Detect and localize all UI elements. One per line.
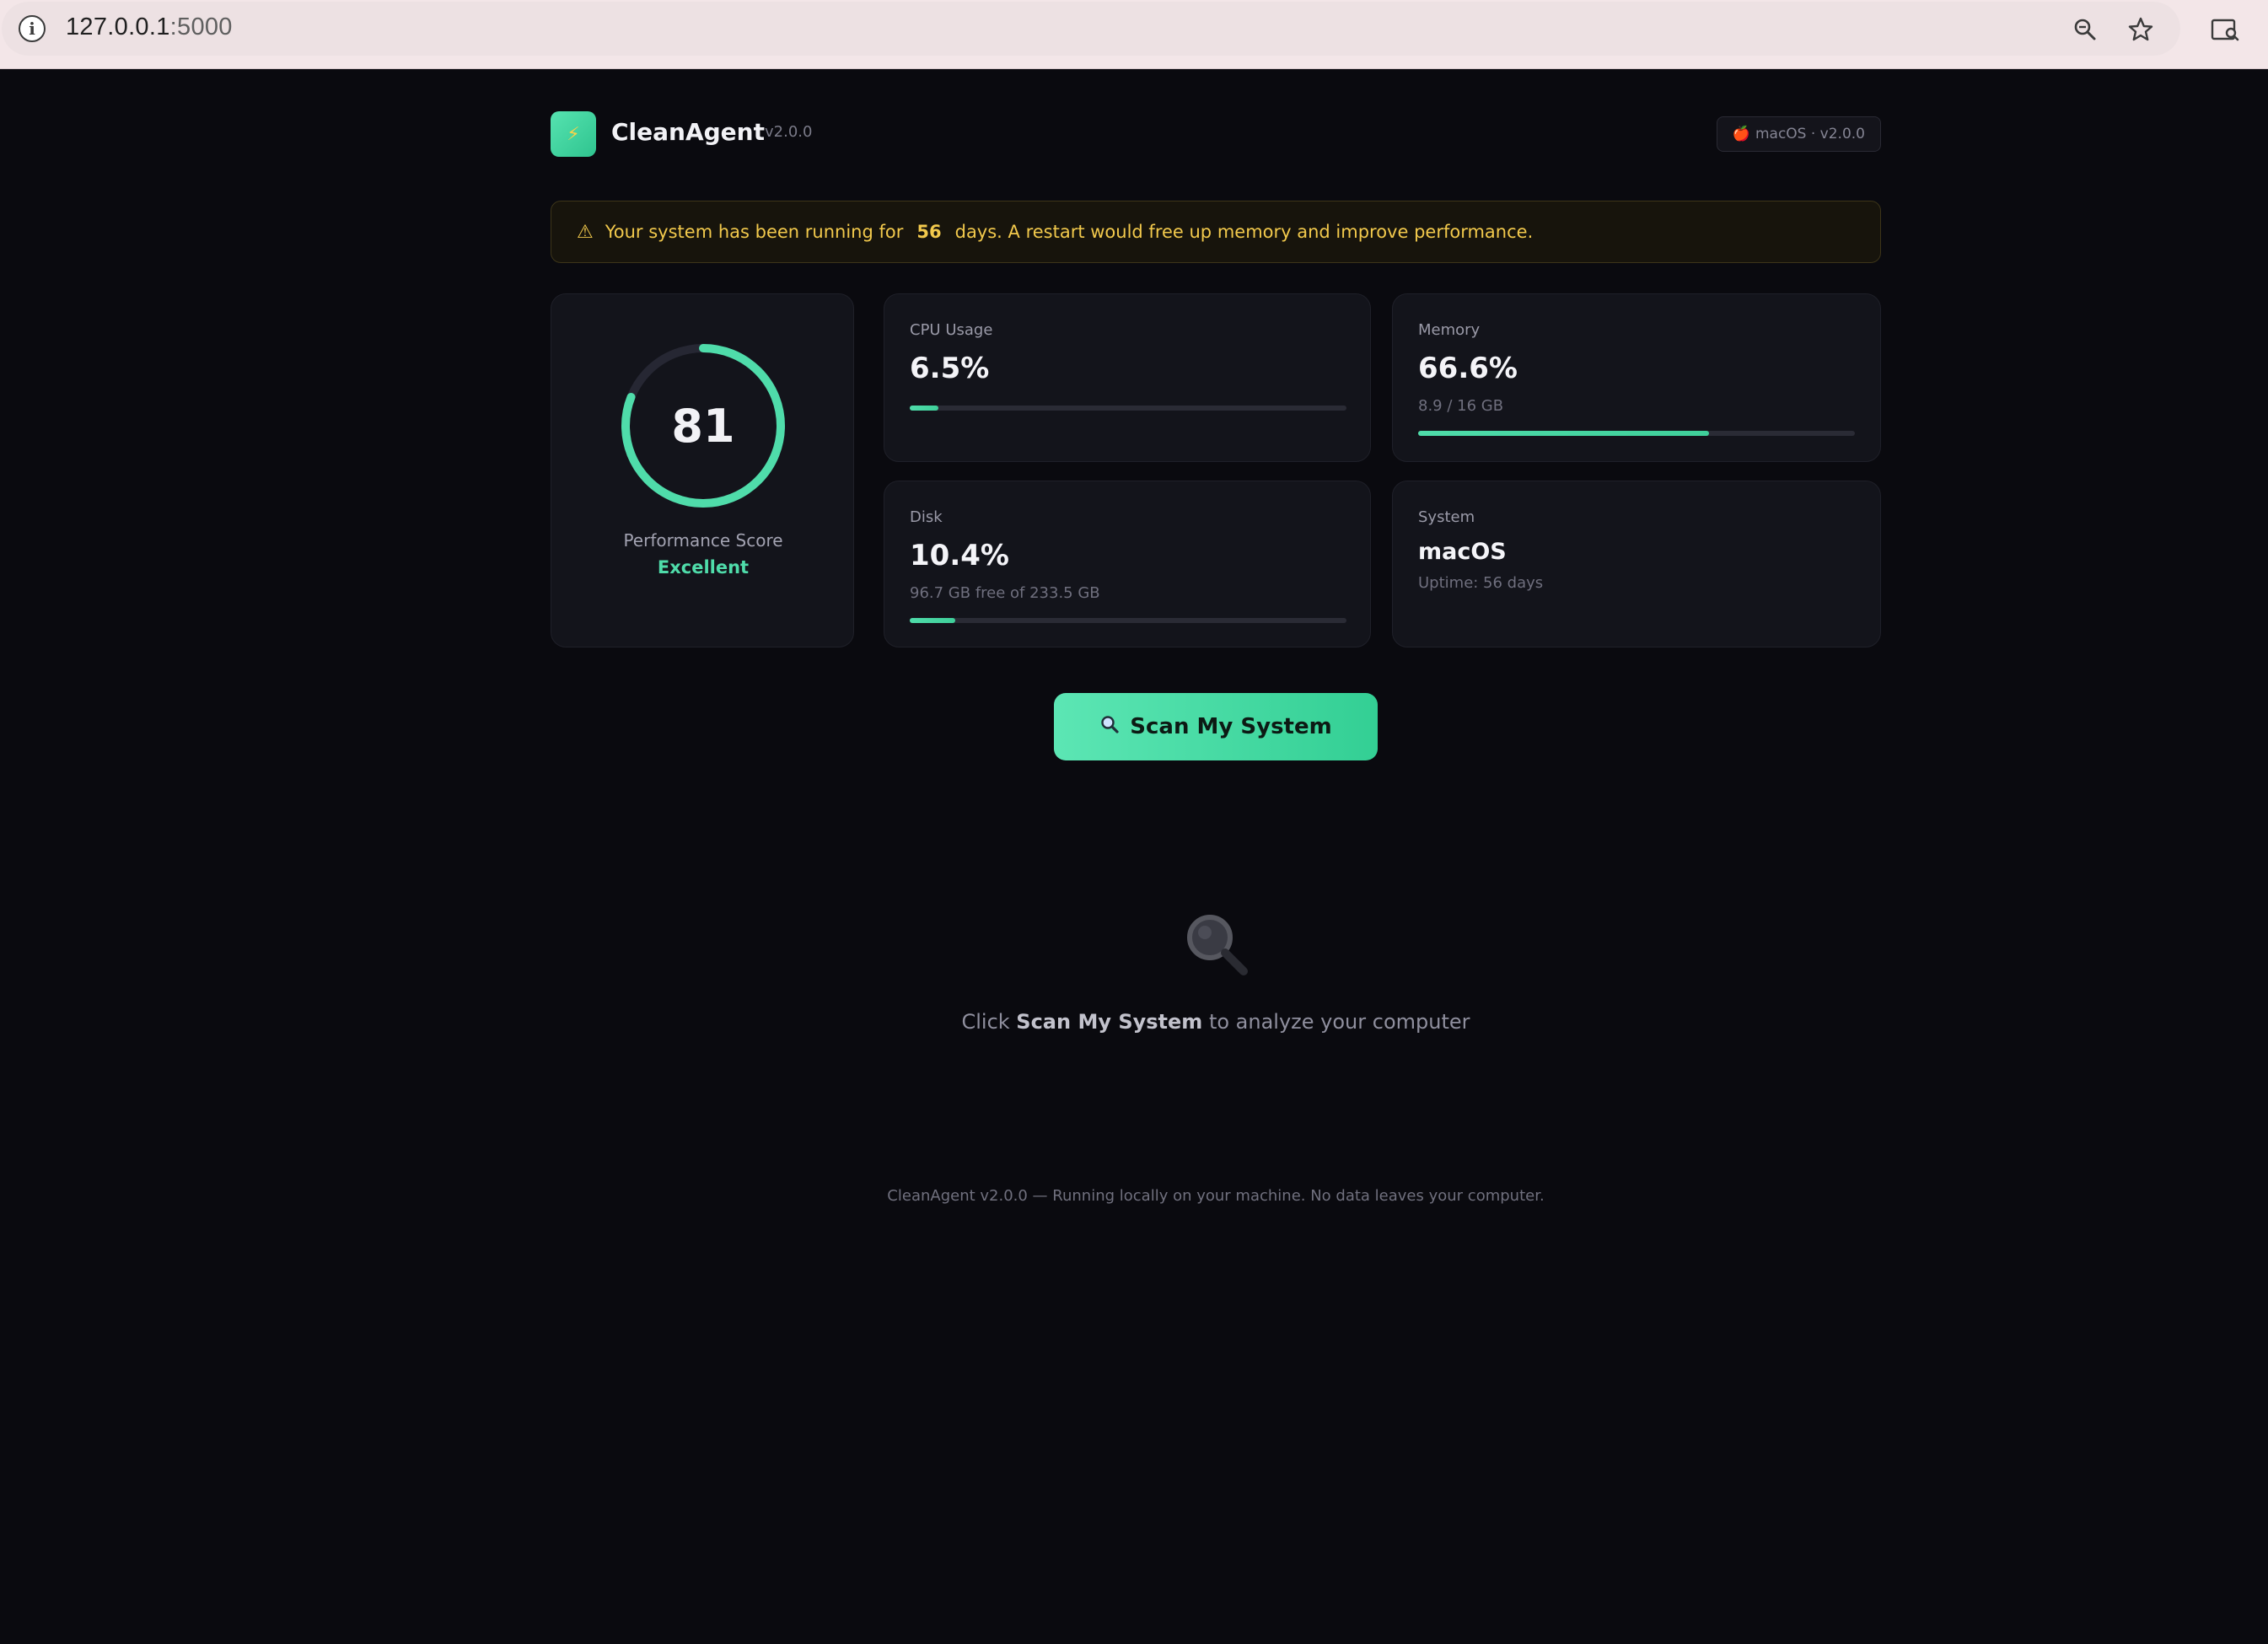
url-port: :5000 [169,13,233,40]
disk-card: Disk 10.4% 96.7 GB free of 233.5 GB [884,481,1371,647]
disk-label: Disk [910,508,943,526]
footer-text: CleanAgent v2.0.0 — Running locally on y… [887,1187,1545,1205]
memory-label: Memory [1418,321,1481,339]
score-label: Performance Score [623,530,783,551]
cpu-value: 6.5% [910,352,990,385]
memory-progress-bar [1418,431,1855,436]
url-host: 127.0.0.1 [66,13,170,40]
apple-icon: 🍎 [1732,126,1750,142]
memory-card: Memory 66.6% 8.9 / 16 GB [1392,293,1881,462]
hint-prefix: Click [961,1010,1010,1034]
system-card: System macOS Uptime: 56 days [1392,481,1881,647]
memory-value: 66.6% [1418,352,1518,385]
alert-suffix: days. A restart would free up memory and… [954,222,1534,242]
scan-hint: Click Scan My System to analyze your com… [551,1010,1881,1034]
alert-days: 56 [916,222,942,242]
disk-value: 10.4% [910,539,1009,572]
cpu-label: CPU Usage [910,321,993,339]
os-badge-text: macOS · v2.0.0 [1755,126,1865,142]
tab-search-icon[interactable] [2209,13,2241,46]
cpu-progress-bar [910,406,1346,411]
hint-suffix: to analyze your computer [1208,1010,1470,1034]
url-text[interactable]: 127.0.0.1:5000 [66,13,233,41]
bookmark-star-icon[interactable] [2125,13,2157,46]
system-label: System [1418,508,1475,526]
uptime-warning-banner: ⚠ Your system has been running for 56 da… [551,201,1881,263]
zoom-icon[interactable] [2069,13,2101,46]
app-version: v2.0.0 [765,123,813,141]
cpu-usage-card: CPU Usage 6.5% [884,293,1371,462]
score-ring: 81 [619,341,787,510]
disk-detail: 96.7 GB free of 233.5 GB [910,584,1100,602]
score-value: 81 [671,399,735,453]
system-os: macOS [1418,539,1507,565]
search-icon [1099,714,1120,740]
disk-progress-fill [910,618,955,623]
address-bar[interactable]: i 127.0.0.1:5000 [2,2,2180,56]
hint-emphasis: Scan My System [1016,1010,1203,1034]
scan-my-system-button[interactable]: Scan My System [1054,693,1378,760]
score-rating: Excellent [657,557,750,578]
disk-progress-bar [910,618,1346,623]
browser-toolbar: i 127.0.0.1:5000 [0,0,2268,69]
warning-icon: ⚠ [577,221,594,243]
app-name: CleanAgent [611,118,765,146]
cpu-progress-fill [910,406,938,411]
magnifier-icon [1181,911,1252,981]
memory-progress-fill [1418,431,1709,436]
os-badge: 🍎 macOS · v2.0.0 [1716,116,1881,152]
app-header: ⚡ CleanAgent v2.0.0 🍎 macOS · v2.0.0 [551,110,1881,160]
memory-detail: 8.9 / 16 GB [1418,397,1504,415]
performance-score-card: 81 Performance Score Excellent [551,293,854,647]
site-info-icon[interactable]: i [19,15,46,42]
alert-prefix: Your system has been running for [605,222,904,242]
scan-button-label: Scan My System [1130,714,1332,739]
system-uptime: Uptime: 56 days [1418,574,1544,592]
lightning-logo-icon: ⚡ [551,111,596,157]
